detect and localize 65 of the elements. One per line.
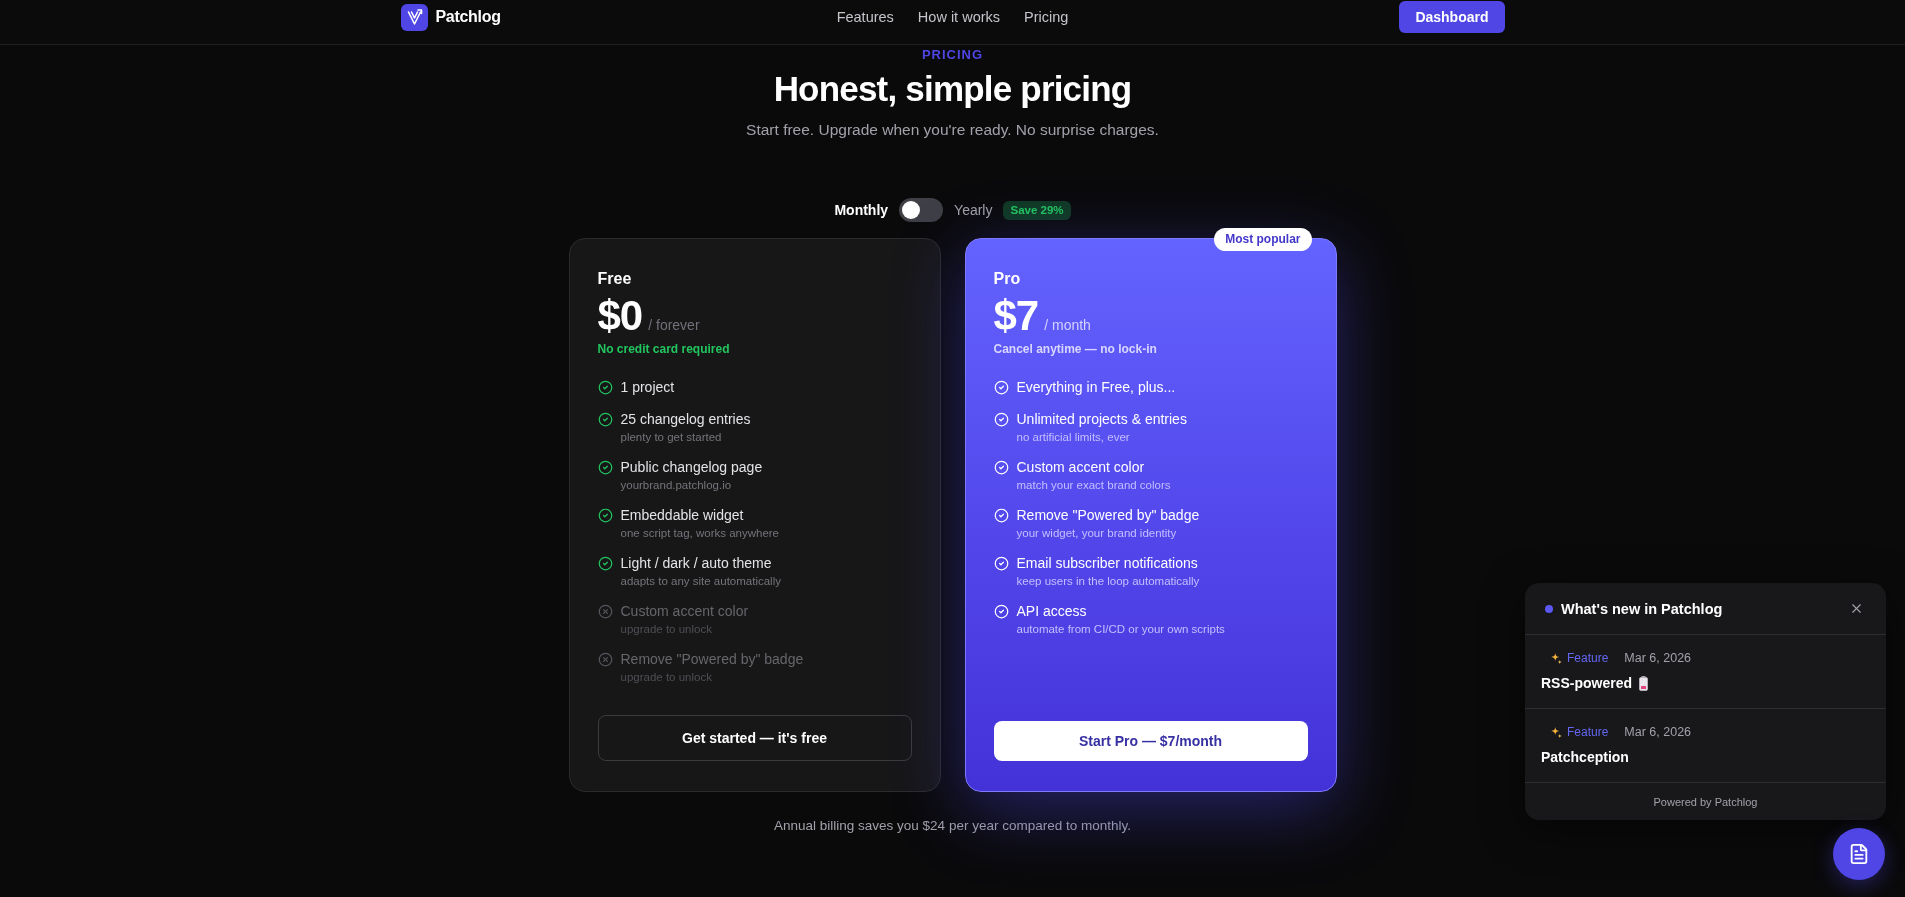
feature-detail: upgrade to unlock	[620, 622, 713, 637]
brand-name[interactable]: Patchlog	[435, 8, 501, 26]
low-battery-icon	[1639, 675, 1648, 691]
price-period: / month	[1044, 317, 1091, 333]
plan-name: Pro	[993, 269, 1022, 289]
feature-text: API access	[1016, 602, 1088, 621]
document-icon	[1848, 843, 1870, 865]
close-button[interactable]	[1849, 601, 1864, 616]
feature-detail: yourbrand.patchlog.io	[620, 478, 733, 493]
savings-badge: Save 29%	[1003, 200, 1071, 220]
feature-text: Everything in Free, plus...	[1016, 378, 1177, 397]
feature-text: Remove "Powered by" badge	[620, 650, 805, 669]
plan-button[interactable]: Start Pro — $7/month	[993, 721, 1308, 761]
page-title: Honest, simple pricing	[773, 68, 1132, 110]
nav-link[interactable]: How it works	[917, 9, 1001, 25]
feature-text: Remove "Powered by" badge	[1016, 506, 1201, 525]
feature-text: Email subscriber notifications	[1016, 554, 1199, 573]
feature-text: 1 project	[620, 378, 676, 397]
price-amount: $7	[993, 293, 1039, 339]
feature-text: Embeddable widget	[620, 506, 745, 525]
billing-switch[interactable]	[899, 198, 944, 222]
status-dot-icon	[1545, 604, 1553, 613]
feature-detail: adapts to any site automatically	[620, 574, 782, 589]
feature-text: 25 changelog entries	[620, 410, 752, 429]
plan-note: No credit card required	[597, 341, 731, 357]
feature-detail: your widget, your brand identity	[1016, 526, 1178, 541]
feature-detail: plenty to get started	[620, 430, 723, 445]
powered-by-text: Powered by Patchlog	[1653, 795, 1758, 808]
plan-name: Free	[597, 269, 633, 289]
toggle-label[interactable]: Yearly	[954, 202, 993, 218]
panel-title: What's new in Patchlog	[1561, 600, 1723, 617]
feature-text: Custom accent color	[620, 602, 750, 621]
feature-detail: one script tag, works anywhere	[620, 526, 781, 541]
entry-title[interactable]: RSS-powered	[1541, 674, 1632, 692]
entry-title[interactable]: Patchception	[1541, 748, 1629, 766]
close-icon	[1849, 601, 1864, 616]
feature-text: Public changelog page	[620, 458, 764, 477]
logo-icon	[400, 3, 428, 31]
feature-detail: automate from CI/CD or your own scripts	[1016, 622, 1226, 637]
feature-text: Custom accent color	[1016, 458, 1146, 477]
sparkle-icon	[1551, 726, 1562, 738]
feature-detail: no artificial limits, ever	[1016, 430, 1131, 445]
section-eyebrow: PRICING	[921, 47, 984, 63]
billing-footnote: Annual billing saves you $24 per year compared to monthly.	[774, 817, 1131, 835]
entry-date: Mar 6, 2026	[1624, 651, 1692, 665]
dashboard-button[interactable]: Dashboard	[1399, 1, 1505, 33]
nav-link[interactable]: Pricing	[1024, 9, 1069, 25]
price-amount: $0	[597, 293, 643, 339]
page-subtitle: Start free. Upgrade when you're ready. No surprise charges.	[746, 120, 1159, 140]
feature-detail: keep users in the loop automatically	[1016, 574, 1201, 589]
feature-detail: match your exact brand colors	[1016, 478, 1172, 493]
changelog-button[interactable]	[1833, 828, 1885, 880]
feature-text: Unlimited projects & entries	[1016, 410, 1188, 429]
sparkle-icon	[1551, 652, 1562, 664]
entry-tag: Feature	[1567, 651, 1609, 665]
plan-note: Cancel anytime — no lock-in	[993, 341, 1158, 357]
popular-badge: Most popular	[1214, 228, 1312, 251]
feature-text: Light / dark / auto theme	[620, 554, 773, 573]
toggle-label[interactable]: Monthly	[834, 202, 889, 218]
price-period: / forever	[648, 317, 700, 333]
entry-date: Mar 6, 2026	[1624, 725, 1692, 739]
nav-link[interactable]: Features	[836, 9, 894, 25]
plan-button[interactable]: Get started — it's free	[597, 715, 912, 761]
feature-detail: upgrade to unlock	[620, 670, 713, 685]
entry-tag: Feature	[1567, 725, 1609, 739]
